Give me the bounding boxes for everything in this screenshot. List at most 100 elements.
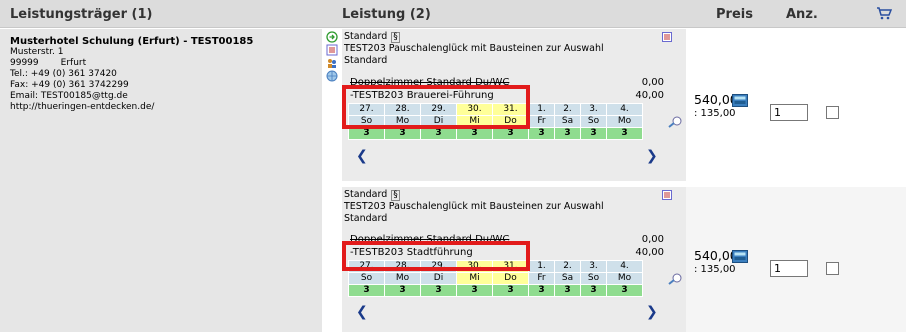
table-header: Leistungsträger (1) Leistung (2) Preis A… xyxy=(0,0,906,28)
price-column-header: Preis xyxy=(716,7,753,22)
weekday[interactable]: Do xyxy=(492,272,529,285)
unit-price: : 135,00 xyxy=(694,108,736,119)
availability-count[interactable]: 3 xyxy=(606,127,643,140)
weekday[interactable]: Fr xyxy=(528,115,555,128)
provider-name[interactable]: Musterhotel Schulung (Erfurt) - TEST0018… xyxy=(10,36,253,47)
people-icon[interactable] xyxy=(326,57,338,69)
service-header: Standard § TEST203 Pauschalenglück mit Ba… xyxy=(344,189,674,225)
availability-count[interactable]: 3 xyxy=(348,127,385,140)
service-rate: Standard xyxy=(344,55,388,66)
paragraph-icon[interactable]: § xyxy=(391,190,400,201)
availability-count[interactable]: 3 xyxy=(420,127,457,140)
item-amount: 0,00 xyxy=(641,234,664,245)
day-number[interactable]: 2. xyxy=(554,260,581,273)
provider-column-header: Leistungsträger (1) xyxy=(10,7,153,22)
calculator-icon[interactable] xyxy=(732,250,748,263)
availability-count[interactable]: 3 xyxy=(492,284,529,297)
provider-tel: Tel.: +49 (0) 361 37420 xyxy=(10,69,117,79)
calculator-icon[interactable] xyxy=(732,94,748,107)
calendar-weekdays: So Mo Di Mi Do Fr Sa So Mo xyxy=(348,272,643,285)
select-checkbox[interactable] xyxy=(826,262,839,275)
calendar-availability: 3 3 3 3 3 3 3 3 3 xyxy=(348,284,643,297)
flag-list-icon[interactable] xyxy=(662,190,672,200)
provider-zip: 99999 xyxy=(10,58,39,68)
weekday[interactable]: Mo xyxy=(384,272,421,285)
globe-icon[interactable] xyxy=(326,70,338,82)
cart-icon[interactable] xyxy=(876,6,892,20)
provider-street: Musterstr. 1 xyxy=(10,47,64,57)
flag-list-icon[interactable] xyxy=(662,32,672,42)
day-number[interactable]: 4. xyxy=(606,260,643,273)
quantity-input[interactable] xyxy=(770,104,808,121)
quantity-input[interactable] xyxy=(770,260,808,277)
availability-count[interactable]: 3 xyxy=(580,127,607,140)
availability-count[interactable]: 3 xyxy=(420,284,457,297)
paragraph-icon[interactable]: § xyxy=(391,32,400,43)
highlight-box xyxy=(342,241,530,271)
availability-count[interactable]: 3 xyxy=(456,127,493,140)
weekday[interactable]: Sa xyxy=(554,272,581,285)
service-category: Standard xyxy=(344,31,388,42)
weekday[interactable]: Mo xyxy=(606,272,643,285)
provider-panel: Musterhotel Schulung (Erfurt) - TEST0018… xyxy=(0,29,322,332)
availability-count[interactable]: 3 xyxy=(580,284,607,297)
weekday[interactable]: Mo xyxy=(606,115,643,128)
availability-count[interactable]: 3 xyxy=(384,127,421,140)
arrow-circle-icon[interactable] xyxy=(326,31,338,43)
chevron-right-icon[interactable]: ❯ xyxy=(646,304,658,320)
chevron-right-icon[interactable]: ❯ xyxy=(646,148,658,164)
service-rate: Standard xyxy=(344,213,388,224)
service-row-1: Standard § TEST203 Pauschalenglück mit Ba… xyxy=(342,29,906,181)
flag-list-icon[interactable] xyxy=(326,44,338,56)
quantity-column-header: Anz. xyxy=(786,7,818,22)
service-header: Standard § TEST203 Pauschalenglück mit Ba… xyxy=(344,31,674,67)
availability-count[interactable]: 3 xyxy=(554,284,581,297)
service-title: TEST203 Pauschalenglück mit Bausteinen z… xyxy=(344,43,604,54)
select-date-icon[interactable] xyxy=(667,115,683,129)
weekday[interactable]: Di xyxy=(420,272,457,285)
weekday[interactable]: Sa xyxy=(554,115,581,128)
weekday[interactable]: So xyxy=(580,272,607,285)
chevron-left-icon[interactable]: ❮ xyxy=(356,148,368,164)
item-amount: 40,00 xyxy=(635,90,664,101)
day-number[interactable]: 3. xyxy=(580,103,607,116)
provider-fax: Fax: +49 (0) 361 3742299 xyxy=(10,80,129,90)
weekday[interactable]: So xyxy=(580,115,607,128)
provider-website[interactable]: http://thueringen-entdecken.de/ xyxy=(10,102,253,113)
provider-zip-city: 99999 Erfurt xyxy=(10,58,253,69)
weekday[interactable]: Fr xyxy=(528,272,555,285)
day-number[interactable]: 1. xyxy=(528,103,555,116)
unit-price: : 135,00 xyxy=(694,264,736,275)
highlight-box xyxy=(342,85,530,129)
day-number[interactable]: 3. xyxy=(580,260,607,273)
provider-details: Musterhotel Schulung (Erfurt) - TEST0018… xyxy=(10,36,253,113)
availability-count[interactable]: 3 xyxy=(528,284,555,297)
calendar-availability: 3 3 3 3 3 3 3 3 3 xyxy=(348,127,643,140)
availability-count[interactable]: 3 xyxy=(384,284,421,297)
availability-count[interactable]: 3 xyxy=(554,127,581,140)
availability-count[interactable]: 3 xyxy=(492,127,529,140)
day-number[interactable]: 2. xyxy=(554,103,581,116)
provider-actions xyxy=(322,29,342,332)
select-date-icon[interactable] xyxy=(667,272,683,286)
provider-city: Erfurt xyxy=(60,58,87,68)
weekday[interactable]: So xyxy=(348,272,385,285)
provider-email: Email: TEST00185@ttg.de xyxy=(10,91,128,101)
calendar-nav: ❮ ❯ xyxy=(348,148,668,165)
day-number[interactable]: 4. xyxy=(606,103,643,116)
item-amount: 40,00 xyxy=(635,247,664,258)
service-column-header: Leistung (2) xyxy=(342,7,431,22)
calendar-nav: ❮ ❯ xyxy=(348,304,668,321)
availability-count[interactable]: 3 xyxy=(456,284,493,297)
availability-count[interactable]: 3 xyxy=(606,284,643,297)
select-checkbox[interactable] xyxy=(826,106,839,119)
weekday[interactable]: Mi xyxy=(456,272,493,285)
availability-count[interactable]: 3 xyxy=(348,284,385,297)
service-row-2: Standard § TEST203 Pauschalenglück mit Ba… xyxy=(342,187,906,332)
service-category: Standard xyxy=(344,189,388,200)
chevron-left-icon[interactable]: ❮ xyxy=(356,304,368,320)
service-title: TEST203 Pauschalenglück mit Bausteinen z… xyxy=(344,201,604,212)
item-amount: 0,00 xyxy=(641,77,664,88)
day-number[interactable]: 1. xyxy=(528,260,555,273)
availability-count[interactable]: 3 xyxy=(528,127,555,140)
